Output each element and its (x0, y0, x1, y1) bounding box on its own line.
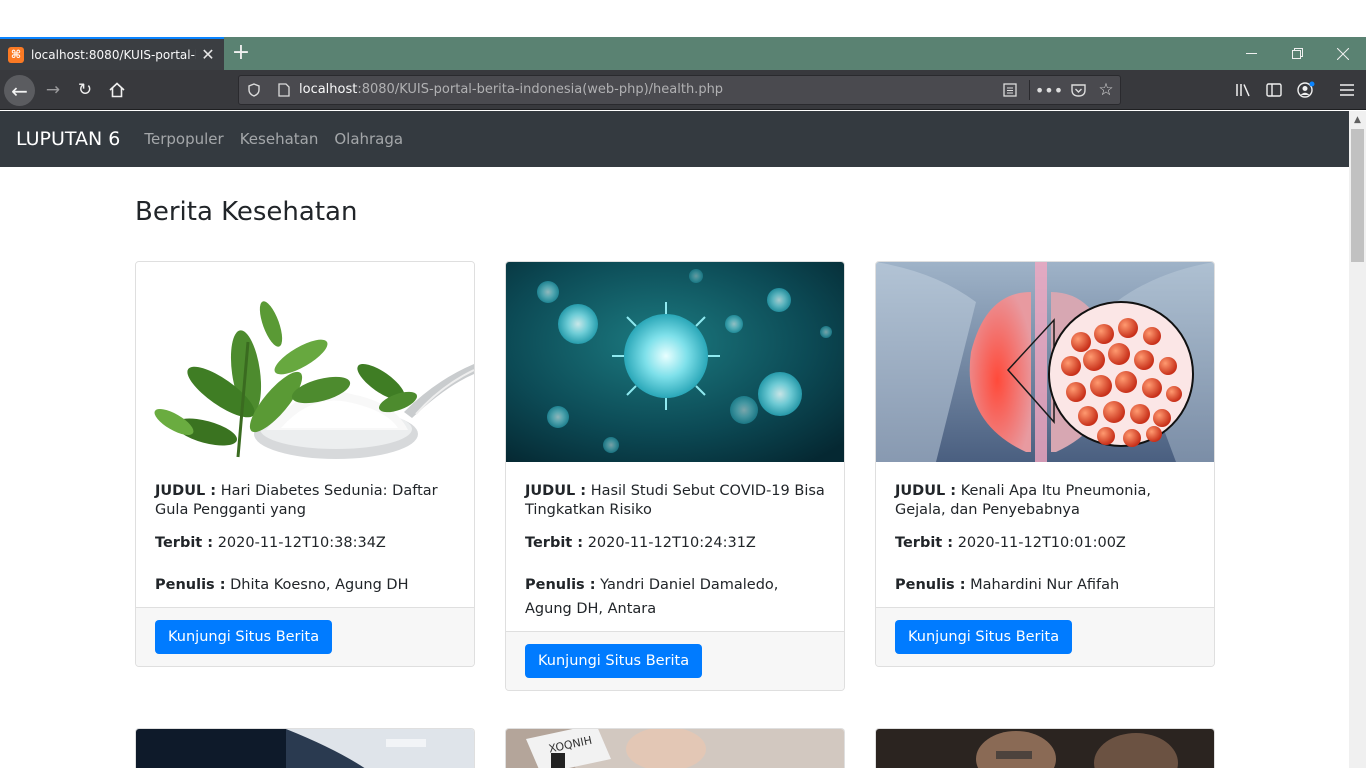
judul-label: JUDUL : (155, 483, 217, 499)
site-brand[interactable]: LUPUTAN 6 (16, 128, 120, 150)
xampp-favicon-icon: ⌘ (8, 46, 24, 63)
bookmark-star-icon[interactable]: ☆ (1093, 76, 1119, 104)
page-info-icon[interactable] (271, 76, 297, 104)
article-published-text: 2020-11-12T10:38:34Z (217, 535, 386, 551)
account-icon (1297, 81, 1315, 98)
article-title: JUDUL : Hari Diabetes Sedunia: Daftar Gu… (155, 482, 455, 520)
nav-link-olahraga[interactable]: Olahraga (334, 130, 403, 148)
article-author-text: Mahardini Nur Afifah (970, 577, 1120, 593)
article-image-partial: XOQNIH (506, 729, 844, 768)
article-image-partial (136, 729, 474, 768)
tab-title: localhost:8080/KUIS-portal-beri (31, 47, 196, 62)
shield-icon[interactable] (241, 76, 267, 104)
pocket-icon[interactable] (1065, 76, 1091, 104)
screen-top-blank (0, 0, 1366, 37)
article-title: JUDUL : Kenali Apa Itu Pneumonia, Gejala… (895, 482, 1195, 520)
article-published-text: 2020-11-12T10:24:31Z (587, 535, 756, 551)
article-published-text: 2020-11-12T10:01:00Z (957, 535, 1126, 551)
news-card-partial (875, 728, 1215, 768)
article-published: Terbit : 2020-11-12T10:38:34Z (155, 534, 455, 553)
arrow-left-icon: ← (11, 78, 28, 103)
new-tab-button[interactable]: + (230, 40, 252, 66)
sidebar-icon (1266, 83, 1282, 97)
sidebar-button[interactable] (1258, 70, 1290, 110)
url-bar[interactable]: localhost:8080/KUIS-portal-berita-indone… (238, 75, 1121, 105)
url-path: :8080/KUIS-portal-berita-indonesia(web-p… (357, 82, 724, 97)
forward-button[interactable]: → (37, 70, 69, 110)
page-title: Berita Kesehatan (135, 197, 358, 227)
home-button[interactable] (101, 70, 133, 110)
article-author: Penulis : Yandri Daniel Damaledo, Agung … (525, 573, 825, 621)
library-button[interactable] (1227, 70, 1259, 110)
account-button[interactable] (1290, 70, 1322, 110)
url-divider (1029, 80, 1030, 100)
article-published: Terbit : 2020-11-12T10:24:31Z (525, 534, 825, 553)
judul-label: JUDUL : (895, 483, 957, 499)
shield-shape (248, 83, 260, 97)
tab-strip: ⌘ localhost:8080/KUIS-portal-beri ✕ + (0, 37, 1366, 70)
penulis-label: Penulis : (525, 577, 596, 593)
page-shape (278, 83, 290, 97)
restore-icon (1291, 48, 1303, 59)
news-card: JUDUL : Hasil Studi Sebut COVID-19 Bisa … (505, 261, 845, 691)
browser-tab-active[interactable]: ⌘ localhost:8080/KUIS-portal-beri ✕ (0, 37, 224, 70)
visit-news-site-button[interactable]: Kunjungi Situs Berita (155, 620, 333, 654)
close-window-button[interactable] (1320, 37, 1366, 70)
page-scrollbar[interactable]: ▲ (1349, 111, 1366, 768)
home-icon (109, 82, 125, 98)
article-author-text: Dhita Koesno, Agung DH (230, 577, 409, 593)
page-actions-icon[interactable]: ••• (1035, 76, 1063, 104)
news-card: JUDUL : Hari Diabetes Sedunia: Daftar Gu… (135, 261, 475, 667)
restore-button[interactable] (1274, 37, 1320, 70)
site-navbar: LUPUTAN 6 Terpopuler Kesehatan Olahraga (0, 111, 1349, 167)
article-image-coronavirus (506, 262, 844, 462)
url-host: localhost (299, 82, 358, 97)
article-image-partial (876, 729, 1214, 768)
pocket-shape (1070, 84, 1086, 97)
tab-close-icon[interactable]: ✕ (200, 45, 216, 64)
nav-link-kesehatan[interactable]: Kesehatan (240, 130, 319, 148)
hamburger-menu-icon (1340, 84, 1354, 96)
reader-view-icon[interactable] (997, 76, 1023, 104)
terbit-label: Terbit : (895, 535, 954, 551)
penulis-label: Penulis : (895, 577, 966, 593)
article-published: Terbit : 2020-11-12T10:01:00Z (895, 534, 1195, 553)
news-card-partial: XOQNIH (505, 728, 845, 768)
card-footer: Kunjungi Situs Berita (506, 631, 844, 690)
visit-news-site-button[interactable]: Kunjungi Situs Berita (525, 644, 703, 678)
judul-label: JUDUL : (525, 483, 587, 499)
card-body: JUDUL : Hari Diabetes Sedunia: Daftar Gu… (136, 462, 474, 607)
library-icon (1236, 84, 1250, 97)
news-card: JUDUL : Kenali Apa Itu Pneumonia, Gejala… (875, 261, 1215, 667)
close-icon (1337, 47, 1349, 60)
terbit-label: Terbit : (525, 535, 584, 551)
url-text[interactable]: localhost:8080/KUIS-portal-berita-indone… (299, 76, 723, 104)
article-author: Penulis : Mahardini Nur Afifah (895, 573, 1195, 597)
browser-toolbar: ← → ↻ localhost:8080/KUIS-portal-berita-… (0, 70, 1366, 110)
article-image-stevia (136, 262, 474, 462)
card-body: JUDUL : Kenali Apa Itu Pneumonia, Gejala… (876, 462, 1214, 607)
reload-icon: ↻ (77, 80, 93, 100)
nav-link-terpopuler[interactable]: Terpopuler (144, 130, 223, 148)
penulis-label: Penulis : (155, 577, 226, 593)
news-card-partial (135, 728, 475, 768)
minimize-icon (1245, 53, 1257, 54)
visit-news-site-button[interactable]: Kunjungi Situs Berita (895, 620, 1073, 654)
reader-shape (1003, 83, 1017, 97)
card-footer: Kunjungi Situs Berita (876, 607, 1214, 666)
article-image-lungs (876, 262, 1214, 462)
reload-button[interactable]: ↻ (69, 70, 101, 110)
article-author: Penulis : Dhita Koesno, Agung DH (155, 573, 455, 597)
card-body: JUDUL : Hasil Studi Sebut COVID-19 Bisa … (506, 462, 844, 631)
card-footer: Kunjungi Situs Berita (136, 607, 474, 666)
menu-button[interactable] (1331, 70, 1363, 110)
back-button[interactable]: ← (4, 75, 35, 106)
scroll-up-arrow-icon[interactable]: ▲ (1349, 111, 1366, 128)
minimize-button[interactable] (1228, 37, 1274, 70)
scroll-thumb[interactable] (1351, 129, 1364, 262)
arrow-right-icon: → (45, 80, 61, 100)
terbit-label: Terbit : (155, 535, 214, 551)
article-title: JUDUL : Hasil Studi Sebut COVID-19 Bisa … (525, 482, 825, 520)
